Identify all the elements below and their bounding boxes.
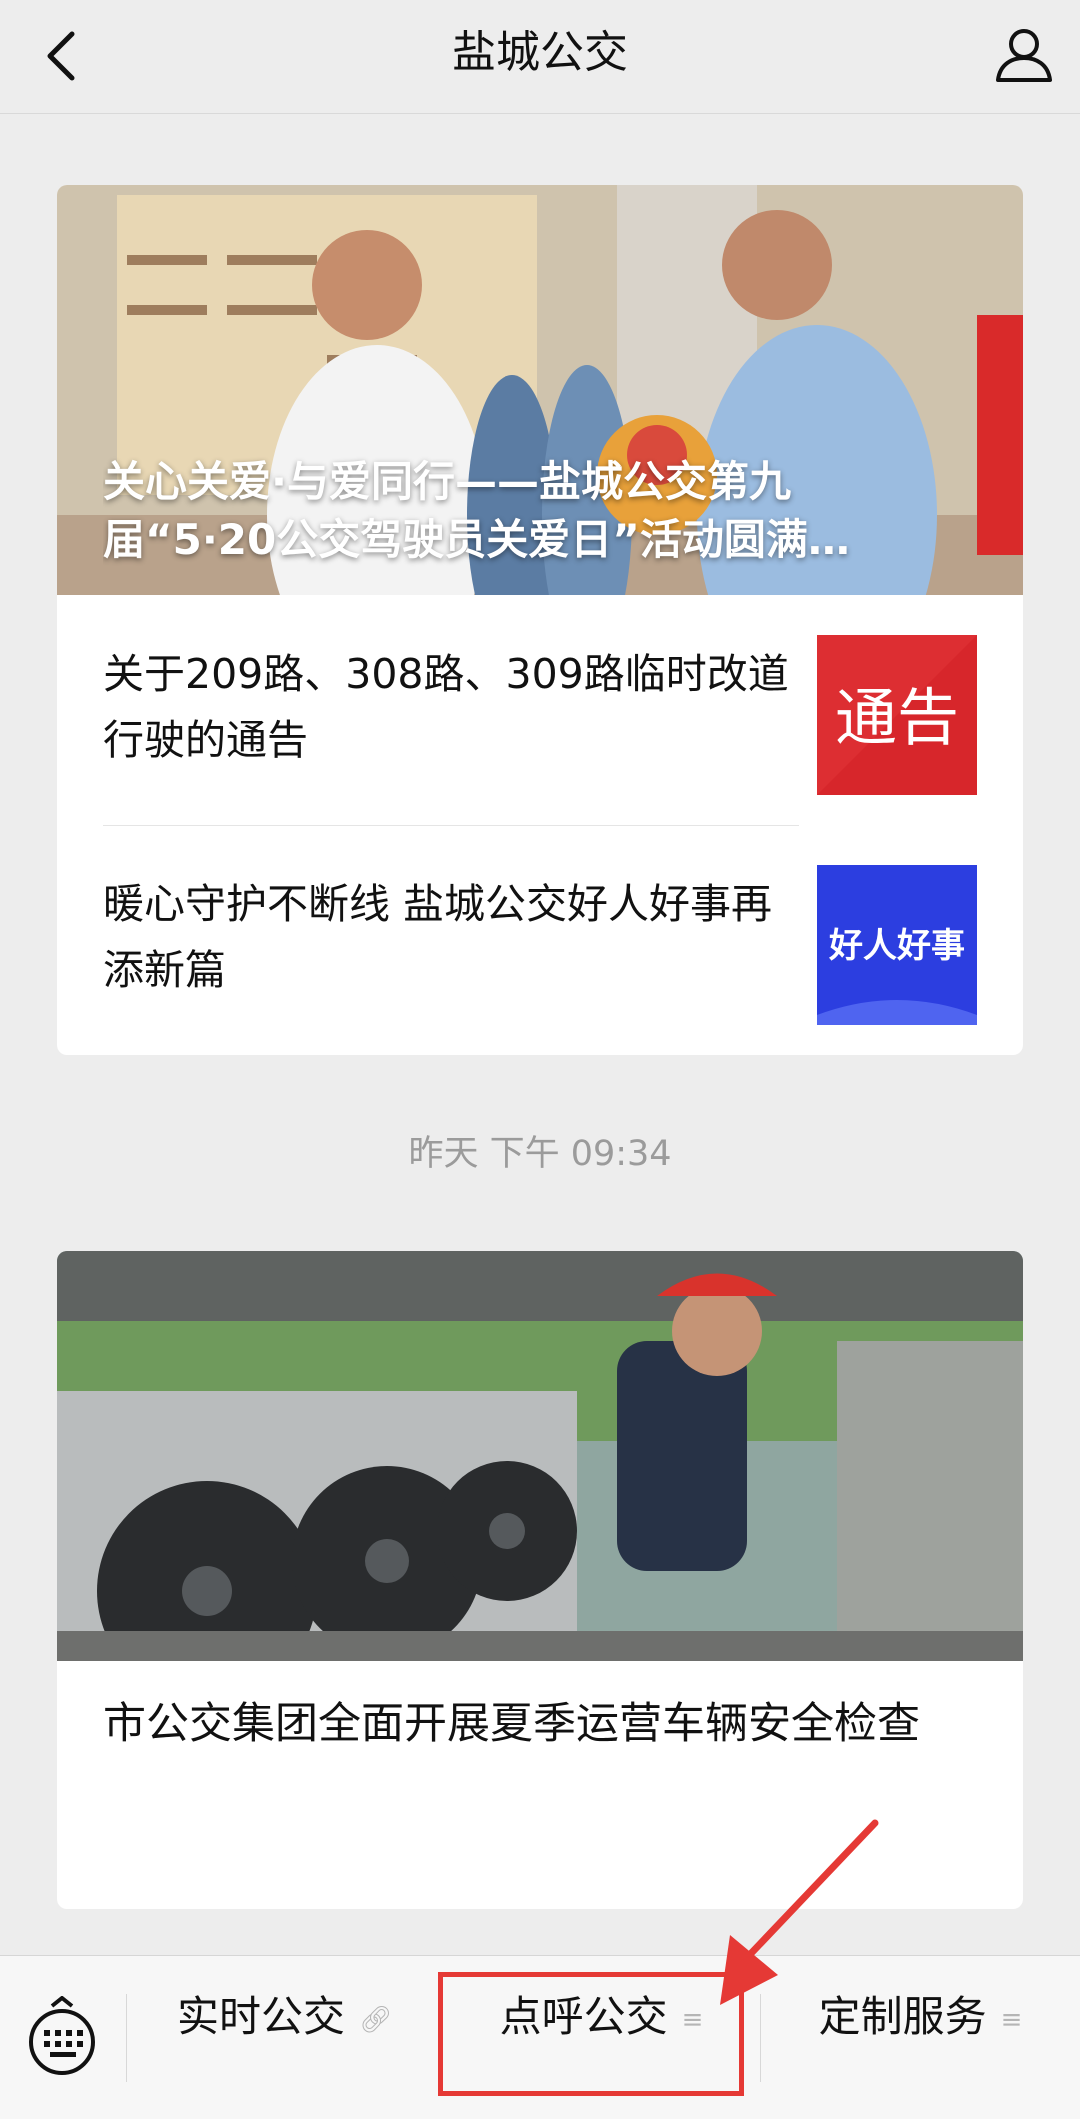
menu-lines-icon: ≡ [1000,2004,1023,2035]
hero-article[interactable]: 关心关爱·与爱同行——盐城公交第九届“5·20公交驾驶员关爱日”活动圆满… [57,185,1023,595]
article-group-card: 关心关爱·与爱同行——盐城公交第九届“5·20公交驾驶员关爱日”活动圆满… 关于… [57,185,1023,1055]
page-title: 盐城公交 [452,27,628,78]
user-icon[interactable] [990,20,1058,88]
hero-title: 关心关爱·与爱同行——盐城公交第九届“5·20公交驾驶员关爱日”活动圆满… [103,457,850,564]
menu-label: 实时公交 [176,1992,345,2041]
menu-realtime-bus[interactable]: 实时公交 🔗︎ [127,1956,442,2119]
article-card[interactable]: 市公交集团全面开展夏季运营车辆安全检查 [57,1251,1023,1909]
link-icon: 🔗︎ [359,2004,393,2035]
message-timestamp: 昨天 下午 09:34 [408,1134,672,1174]
news-item-good-deeds[interactable]: 暖心守护不断线 盐城公交好人好事再添新篇 好人好事 [103,825,977,1055]
news-item-detour-notice[interactable]: 关于209路、308路、309路临时改道行驶的通告 通告 [103,595,977,825]
thumb-text: 好人好事 [828,926,965,966]
highlight-box [438,1972,744,2096]
news-item-title: 暖心守护不断线 盐城公交好人好事再添新篇 [103,880,773,994]
keyboard-icon[interactable] [26,1996,98,2076]
notice-thumbnail: 通告 [817,635,977,795]
good-deeds-thumbnail: 好人好事 [817,865,977,1025]
top-bar: 盐城公交 [0,0,1080,114]
annotation-arrow-icon [720,1819,879,2005]
article-title: 市公交集团全面开展夏季运营车辆安全检查 [103,1699,920,1749]
article-photo [57,1251,1023,1701]
news-item-title: 关于209路、308路、309路临时改道行驶的通告 [103,650,789,764]
thumb-text: 通告 [835,681,959,754]
